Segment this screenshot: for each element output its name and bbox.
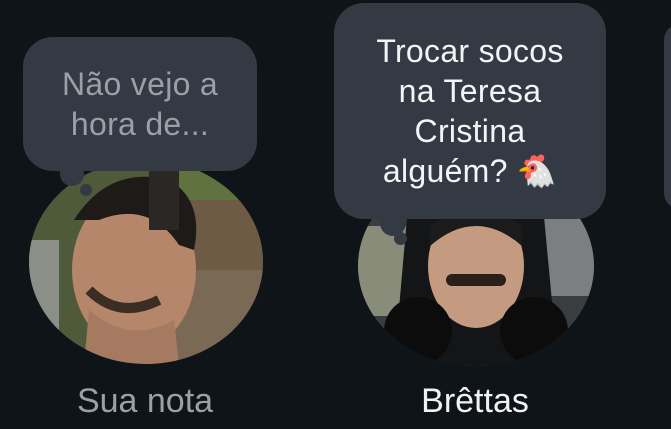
note-bubble-own[interactable]: Não vejo a hora de...	[23, 37, 257, 171]
note-text-friend: Trocar socos na Teresa Cristina alguém? …	[376, 33, 564, 189]
note-owner-friend: Brêttas	[421, 382, 529, 420]
notes-tray: Não vejo a hora de... Sua nota Trocar so…	[0, 0, 671, 429]
note-bubble-next-partial[interactable]	[664, 24, 671, 209]
note-bubble-friend[interactable]: Trocar socos na Teresa Cristina alguém? …	[334, 3, 606, 219]
note-owner-own: Sua nota	[76, 382, 214, 420]
bubble-tail-dot-friend	[394, 232, 407, 245]
note-text-own: Não vejo a hora de...	[62, 66, 218, 142]
bubble-tail-dot-own	[80, 184, 92, 196]
avatar-photo-own	[29, 160, 263, 364]
avatar-own[interactable]	[29, 160, 263, 364]
